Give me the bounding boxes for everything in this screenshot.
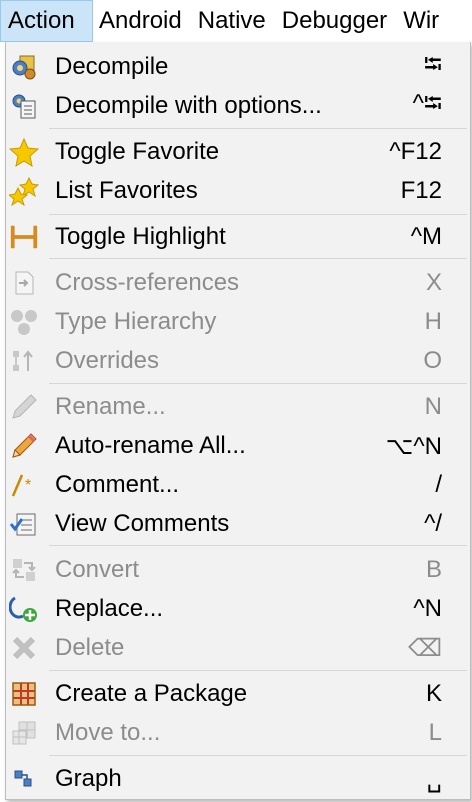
menu-item-decompile[interactable]: Decompile ⭾ <box>6 48 470 86</box>
menu-item-label: Comment... <box>55 471 180 498</box>
menu-item-label: Cross-references <box>55 269 240 296</box>
comment-icon: * <box>9 470 39 500</box>
star-icon <box>9 137 39 167</box>
type-hierarchy-icon <box>9 307 39 337</box>
menu-item-label: Create a Package <box>55 680 248 707</box>
view-comments-icon <box>9 509 39 539</box>
menu-item-decompile-with-options[interactable]: Decompile with options... ^⭾ <box>6 87 470 125</box>
menubar-debugger[interactable]: Debugger <box>274 0 395 42</box>
menu-item-shortcut: ^F12 <box>389 138 442 165</box>
menu-item-shortcut: N <box>424 393 442 420</box>
pencil-icon <box>9 392 39 422</box>
menu-item-label: Auto-rename All... <box>55 432 246 459</box>
svg-text:*: * <box>25 477 31 494</box>
separator <box>49 214 467 215</box>
menu-item-shortcut: F12 <box>400 177 442 204</box>
cross-references-icon <box>9 268 39 298</box>
menu-item-delete[interactable]: Delete ⌫ <box>6 629 470 667</box>
menu-item-overrides[interactable]: Overrides O <box>6 342 470 380</box>
menu-item-shortcut: K <box>425 680 442 707</box>
menu-item-shortcut: / <box>435 471 442 498</box>
menu-item-toggle-favorite[interactable]: Toggle Favorite ^F12 <box>6 133 470 171</box>
menu-item-move-to[interactable]: Move to... L <box>6 714 470 752</box>
delete-icon <box>9 633 39 663</box>
menu-item-shortcut: ^/ <box>424 510 442 537</box>
menu-item-graph[interactable]: Graph ␣ <box>6 760 470 798</box>
separator <box>49 755 467 756</box>
menu-item-auto-rename-all[interactable]: Auto-rename All... ⌥^N <box>6 427 470 465</box>
menu-item-replace[interactable]: Replace... ^N <box>6 590 470 628</box>
menu-item-shortcut: H <box>424 308 442 335</box>
graph-icon <box>9 764 39 794</box>
separator <box>49 545 467 546</box>
menu-item-toggle-highlight[interactable]: Toggle Highlight ^M <box>6 218 470 256</box>
menu-item-label: Toggle Favorite <box>55 138 220 165</box>
decompile-options-icon <box>9 91 39 121</box>
menu-item-type-hierarchy[interactable]: Type Hierarchy H <box>6 303 470 341</box>
menubar-native[interactable]: Native <box>190 0 274 42</box>
menu-item-shortcut: ^M <box>410 223 442 250</box>
menubar-window[interactable]: Wir <box>395 0 447 42</box>
menu-item-shortcut: ⌥^N <box>385 432 442 460</box>
menubar-android[interactable]: Android <box>93 0 190 42</box>
menu-item-shortcut: ␣ <box>426 765 442 793</box>
menu-item-create-package[interactable]: Create a Package K <box>6 675 470 713</box>
separator <box>49 128 467 129</box>
menu-item-label: Convert <box>55 556 140 583</box>
package-icon <box>9 679 39 709</box>
action-dropdown-menu: Decompile ⭾ Decompile with options... ^⭾… <box>5 42 471 800</box>
menu-item-shortcut: ⌫ <box>408 634 442 662</box>
decompile-icon <box>9 52 39 82</box>
menu-item-label: Rename... <box>55 393 166 420</box>
menu-item-shortcut: ^N <box>413 595 442 622</box>
menu-item-list-favorites[interactable]: List Favorites F12 <box>6 172 470 210</box>
menu-item-comment[interactable]: * Comment... / <box>6 466 470 504</box>
menu-item-label: Delete <box>55 634 125 661</box>
replace-icon <box>9 594 39 624</box>
pencil-icon <box>9 431 39 461</box>
separator <box>49 383 467 384</box>
menu-item-shortcut: ⭾ <box>423 50 442 78</box>
menu-item-label: Overrides <box>55 347 160 374</box>
convert-icon <box>9 555 39 585</box>
menu-item-cross-references[interactable]: Cross-references X <box>6 264 470 302</box>
menu-bar: Action Android Native Debugger Wir <box>0 0 472 42</box>
overrides-icon <box>9 346 39 376</box>
menu-item-label: List Favorites <box>55 177 198 204</box>
menu-item-shortcut: B <box>425 556 442 583</box>
move-icon <box>9 718 39 748</box>
stars-icon <box>9 176 39 206</box>
menu-item-label: Graph <box>55 765 122 792</box>
menu-item-convert[interactable]: Convert B <box>6 551 470 589</box>
menu-item-label: View Comments <box>55 510 230 537</box>
menu-item-shortcut: X <box>425 269 442 296</box>
menu-item-label: Type Hierarchy <box>55 308 217 335</box>
separator <box>49 258 467 259</box>
menu-item-shortcut: ^⭾ <box>412 89 442 117</box>
menu-item-label: Toggle Highlight <box>55 223 226 250</box>
menu-item-label: Replace... <box>55 595 164 622</box>
menubar-action[interactable]: Action <box>0 0 93 42</box>
separator <box>49 670 467 671</box>
menu-item-shortcut: O <box>423 347 442 374</box>
menu-item-label: Move to... <box>55 719 161 746</box>
highlight-icon <box>9 222 39 252</box>
menu-item-label: Decompile with options... <box>55 92 322 119</box>
menu-item-shortcut: L <box>428 719 442 746</box>
menu-item-rename[interactable]: Rename... N <box>6 388 470 426</box>
menu-item-label: Decompile <box>55 53 169 80</box>
menu-item-view-comments[interactable]: View Comments ^/ <box>6 505 470 543</box>
